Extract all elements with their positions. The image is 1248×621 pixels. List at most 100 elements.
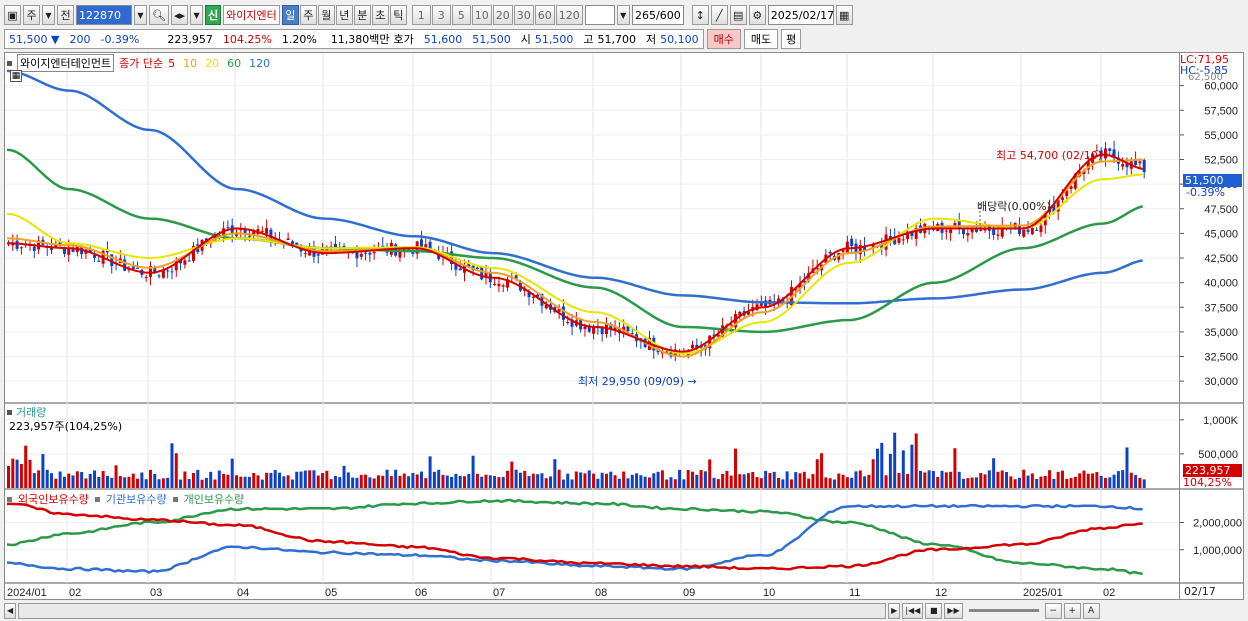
sell-button[interactable]: 매도 bbox=[743, 29, 779, 49]
minute-button-1[interactable]: 1 bbox=[411, 5, 431, 25]
ma-legend-10[interactable]: 10 bbox=[183, 57, 197, 70]
volume-y-tick: 1,000K bbox=[1203, 415, 1239, 427]
volume-bar bbox=[7, 466, 10, 488]
minute-button-30[interactable]: 30 bbox=[513, 5, 534, 25]
period-button-3[interactable]: 년 bbox=[335, 5, 353, 25]
minute-button-60[interactable]: 60 bbox=[534, 5, 555, 25]
volume-bar bbox=[897, 472, 901, 488]
settings-gear-icon[interactable]: ⚙ bbox=[748, 5, 766, 25]
arrow-right-icon: → bbox=[687, 375, 697, 388]
volume-bar bbox=[80, 471, 84, 488]
stock-legend[interactable]: 와이지엔터테인먼트 bbox=[17, 54, 115, 72]
volume-bar bbox=[656, 471, 660, 488]
volume-bar bbox=[338, 477, 342, 488]
volume-bar bbox=[983, 474, 987, 488]
minute-button-10[interactable]: 10 bbox=[471, 5, 492, 25]
minute-button-20[interactable]: 20 bbox=[492, 5, 513, 25]
new-badge[interactable]: 신 bbox=[205, 5, 222, 25]
speaker-dropdown-icon[interactable]: ▼ bbox=[190, 5, 204, 25]
chart-canvas[interactable]: 2024/01 02 03 04 05 06 07 08 09 10 11 12 2025/01 02 bbox=[5, 53, 1180, 600]
stock-name-field[interactable]: 와이지엔터 bbox=[223, 5, 280, 25]
arrow-right-icon: → bbox=[1105, 149, 1115, 162]
volume-bar bbox=[755, 477, 759, 488]
prev-button[interactable]: 전 bbox=[57, 5, 74, 25]
volume-bar bbox=[936, 476, 940, 488]
calendar-icon[interactable]: ▦ bbox=[835, 5, 853, 25]
minute-button-5[interactable]: 5 bbox=[451, 5, 471, 25]
ma-legend-5[interactable]: 5 bbox=[168, 57, 175, 70]
scroll-left-icon[interactable]: ◀ bbox=[4, 602, 17, 619]
volume-bar bbox=[854, 471, 858, 488]
stock-code-input[interactable]: 122870 bbox=[76, 5, 132, 25]
holding-legend-2[interactable]: 개인보유수량 bbox=[184, 491, 245, 507]
period-button-4[interactable]: 분 bbox=[353, 5, 371, 25]
candle-body bbox=[170, 271, 174, 273]
holding-legend-0[interactable]: 외국인보유수량 bbox=[18, 491, 89, 507]
save-icon[interactable]: ▤ bbox=[729, 5, 747, 25]
volume-bar bbox=[450, 476, 454, 488]
scroll-right-icon[interactable]: ▶ bbox=[888, 602, 901, 619]
period-button-5[interactable]: 초 bbox=[371, 5, 389, 25]
blank-dropdown-icon[interactable]: ▼ bbox=[616, 5, 630, 25]
volume-bar bbox=[415, 474, 419, 488]
chevron-down-icon[interactable]: ▼ bbox=[42, 5, 55, 25]
open-price: 51,500 bbox=[534, 32, 574, 46]
y-axis: 60,00057,50055,00052,50050,00047,50045,0… bbox=[1180, 52, 1244, 600]
table-icon[interactable]: ▦ bbox=[10, 70, 22, 82]
zoom-out-icon[interactable]: − bbox=[1044, 602, 1062, 619]
candle-body bbox=[1138, 161, 1142, 164]
volume-bar bbox=[837, 473, 841, 488]
count-field[interactable]: 265/600 bbox=[631, 5, 684, 25]
volume-bar bbox=[93, 470, 97, 488]
volume-bar bbox=[979, 473, 983, 488]
blank-field[interactable] bbox=[584, 5, 615, 25]
volume-bar bbox=[480, 476, 484, 488]
search-icon[interactable]: 🔍︎ bbox=[149, 5, 169, 25]
y-tick-label: 55,000 bbox=[1204, 130, 1238, 142]
draw-line-icon[interactable]: ╱ bbox=[710, 5, 728, 25]
period-button-6[interactable]: 틱 bbox=[389, 5, 407, 25]
ma-line-60 bbox=[6, 148, 1144, 334]
volume-bar bbox=[41, 454, 45, 488]
volume-bar bbox=[15, 459, 19, 488]
speaker-icon[interactable]: ◂▸ bbox=[170, 5, 189, 25]
period-button-1[interactable]: 주 bbox=[299, 5, 317, 25]
font-size-icon[interactable]: A bbox=[1082, 602, 1100, 619]
period-button-2[interactable]: 월 bbox=[317, 5, 335, 25]
fast-forward-icon[interactable]: ▶▶ bbox=[944, 602, 963, 619]
buy-button[interactable]: 매수 bbox=[706, 29, 741, 49]
toolbar: ▣ 주 ▼ 전 122870 ▼ 🔍︎ ◂▸ ▼ 신 와이지엔터 일주월년분초틱… bbox=[0, 3, 1248, 27]
eval-button[interactable]: 평 bbox=[781, 29, 802, 49]
horizontal-scrollbar[interactable] bbox=[18, 602, 887, 619]
volume-bar bbox=[781, 479, 785, 488]
volume-bar bbox=[738, 474, 742, 488]
minute-button-3[interactable]: 3 bbox=[431, 5, 451, 25]
stop-icon[interactable]: ■ bbox=[925, 602, 943, 619]
chart-tools-icon[interactable]: ↕ bbox=[691, 5, 709, 25]
volume-bar bbox=[191, 473, 195, 488]
period-tab[interactable]: 주 bbox=[23, 5, 40, 25]
candle-body bbox=[183, 260, 187, 265]
layout-icon[interactable]: ▣ bbox=[4, 5, 21, 25]
zoom-slider[interactable] bbox=[968, 609, 1039, 612]
volume-value: 223,957 bbox=[167, 32, 213, 46]
ma-legend-20[interactable]: 20 bbox=[205, 57, 219, 70]
date-input[interactable]: 2025/02/17 bbox=[767, 5, 834, 25]
candle-body bbox=[949, 229, 953, 233]
zoom-in-icon[interactable]: + bbox=[1063, 602, 1081, 619]
volume-bar bbox=[1142, 479, 1146, 488]
current-pct-tag: -0.39% bbox=[1186, 186, 1225, 199]
holding-legend-1[interactable]: 기관보유수량 bbox=[106, 491, 167, 507]
chart-area[interactable]: 2024/01 02 03 04 05 06 07 08 09 10 11 12 2025/01 02 와… bbox=[4, 52, 1180, 600]
rewind-icon[interactable]: |◀◀ bbox=[902, 602, 924, 619]
volume-bar bbox=[549, 476, 553, 488]
ma-legend-120[interactable]: 120 bbox=[249, 57, 270, 70]
period-button-0[interactable]: 일 bbox=[281, 5, 299, 25]
volume-bar bbox=[54, 478, 58, 488]
minute-button-120[interactable]: 120 bbox=[555, 5, 583, 25]
bid-price-1: 51,600 bbox=[423, 32, 463, 46]
volume-bar bbox=[372, 478, 376, 488]
holding-y-tick: 1,000,000 bbox=[1193, 545, 1242, 557]
code-dropdown-icon[interactable]: ▼ bbox=[134, 5, 147, 25]
ma-legend-60[interactable]: 60 bbox=[227, 57, 241, 70]
